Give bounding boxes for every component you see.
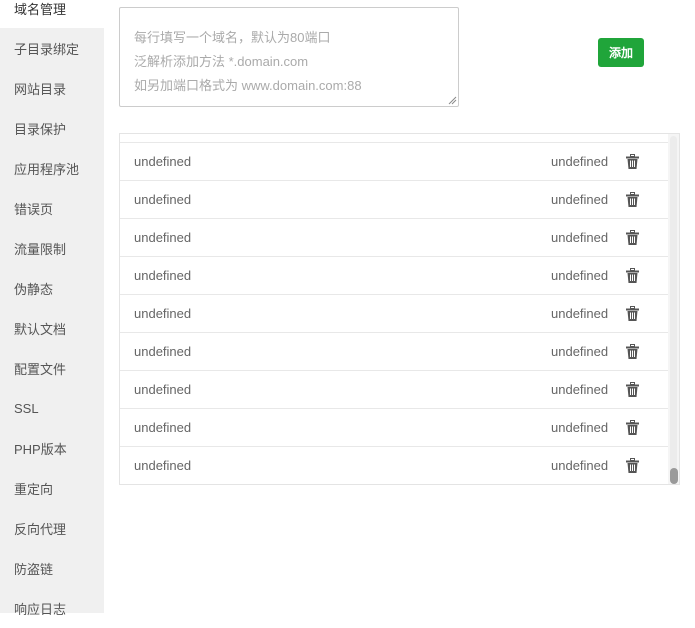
table-row: undefined undefined — [120, 180, 669, 218]
sidebar-item-label: 默认文档 — [14, 321, 67, 337]
port-cell: undefined — [551, 154, 609, 169]
table-row: undefined undefined — [120, 256, 669, 294]
sidebar-item-domain-management[interactable]: 域名管理 — [0, 0, 104, 28]
sidebar-item-reverse-proxy[interactable]: 反向代理 — [0, 508, 104, 548]
trash-icon[interactable] — [626, 268, 639, 283]
trash-icon[interactable] — [626, 344, 639, 359]
domain-cell: undefined — [134, 420, 192, 435]
trash-icon[interactable] — [626, 192, 639, 207]
sidebar-item-app-pool[interactable]: 应用程序池 — [0, 148, 104, 188]
port-cell: undefined — [551, 192, 609, 207]
trash-icon[interactable] — [626, 382, 639, 397]
port-cell: undefined — [551, 344, 609, 359]
sidebar-item-label: 重定向 — [14, 481, 54, 497]
sidebar-item-response-log[interactable]: 响应日志 — [0, 588, 104, 628]
sidebar-item-label: PHP版本 — [14, 441, 67, 457]
scrollbar-thumb[interactable] — [670, 468, 678, 484]
port-cell: undefined — [551, 382, 609, 397]
trash-icon[interactable] — [626, 154, 639, 169]
table-row: undefined undefined — [120, 294, 669, 332]
table-row: undefined undefined — [120, 142, 669, 180]
table-scrollbar[interactable] — [668, 134, 679, 484]
trash-icon[interactable] — [626, 230, 639, 245]
sidebar-item-directory-protection[interactable]: 目录保护 — [0, 108, 104, 148]
sidebar-nav: 域名管理 子目录绑定 网站目录 目录保护 应用程序池 错误页 流量限制 伪静态 … — [0, 0, 104, 617]
sidebar-item-label: 配置文件 — [14, 361, 67, 377]
table-row: undefined undefined — [120, 408, 669, 446]
sidebar-item-php-version[interactable]: PHP版本 — [0, 428, 104, 468]
port-cell: undefined — [551, 420, 609, 435]
trash-icon[interactable] — [626, 306, 639, 321]
domain-cell: undefined — [134, 230, 192, 245]
sidebar-item-label: 应用程序池 — [14, 161, 80, 177]
sidebar-item-site-directory[interactable]: 网站目录 — [0, 68, 104, 108]
sidebar-item-label: 伪静态 — [14, 281, 54, 297]
domain-cell: undefined — [134, 382, 192, 397]
domain-cell: undefined — [134, 344, 192, 359]
domain-cell: undefined — [134, 458, 192, 473]
table-row: undefined undefined — [120, 446, 669, 484]
table-row: undefined undefined — [120, 218, 669, 256]
sidebar-item-label: 响应日志 — [14, 601, 67, 617]
sidebar-item-label: 防盗链 — [14, 561, 54, 577]
domain-cell: undefined — [134, 192, 192, 207]
sidebar-item-default-document[interactable]: 默认文档 — [0, 308, 104, 348]
sidebar-item-label: 子目录绑定 — [14, 41, 80, 57]
port-cell: undefined — [551, 230, 609, 245]
sidebar-item-traffic-limit[interactable]: 流量限制 — [0, 228, 104, 268]
trash-icon[interactable] — [626, 420, 639, 435]
port-cell: undefined — [551, 268, 609, 283]
domain-cell: undefined — [134, 154, 192, 169]
sidebar-item-config-file[interactable]: 配置文件 — [0, 348, 104, 388]
sidebar-item-subdirectory-binding[interactable]: 子目录绑定 — [0, 28, 104, 68]
sidebar-item-label: SSL — [14, 400, 39, 416]
domain-textarea[interactable] — [120, 8, 458, 106]
port-cell: undefined — [551, 458, 609, 473]
table-row: undefined undefined — [120, 332, 669, 370]
sidebar-item-label: 错误页 — [14, 201, 54, 217]
domain-input-box: 每行填写一个域名，默认为80端口 泛解析添加方法 *.domain.com 如另… — [119, 7, 459, 107]
domain-cell: undefined — [134, 306, 192, 321]
sidebar-item-label: 网站目录 — [14, 81, 67, 97]
trash-icon[interactable] — [626, 458, 639, 473]
domain-cell: undefined — [134, 268, 192, 283]
sidebar-item-ssl[interactable]: SSL — [0, 388, 104, 428]
domain-table: undefined undefined undefined undefined … — [119, 133, 680, 485]
sidebar-item-label: 流量限制 — [14, 241, 67, 257]
sidebar-item-error-page[interactable]: 错误页 — [0, 188, 104, 228]
sidebar-item-redirect[interactable]: 重定向 — [0, 468, 104, 508]
scrollbar-rail — [670, 136, 677, 482]
add-domain-button[interactable]: 添加 — [598, 38, 644, 67]
table-row: undefined undefined — [120, 370, 669, 408]
sidebar-item-rewrite[interactable]: 伪静态 — [0, 268, 104, 308]
sidebar-item-label: 域名管理 — [14, 1, 67, 17]
sidebar-item-label: 反向代理 — [14, 521, 67, 537]
sidebar-item-label: 目录保护 — [14, 121, 67, 137]
port-cell: undefined — [551, 306, 609, 321]
sidebar-item-hotlink-protection[interactable]: 防盗链 — [0, 548, 104, 588]
